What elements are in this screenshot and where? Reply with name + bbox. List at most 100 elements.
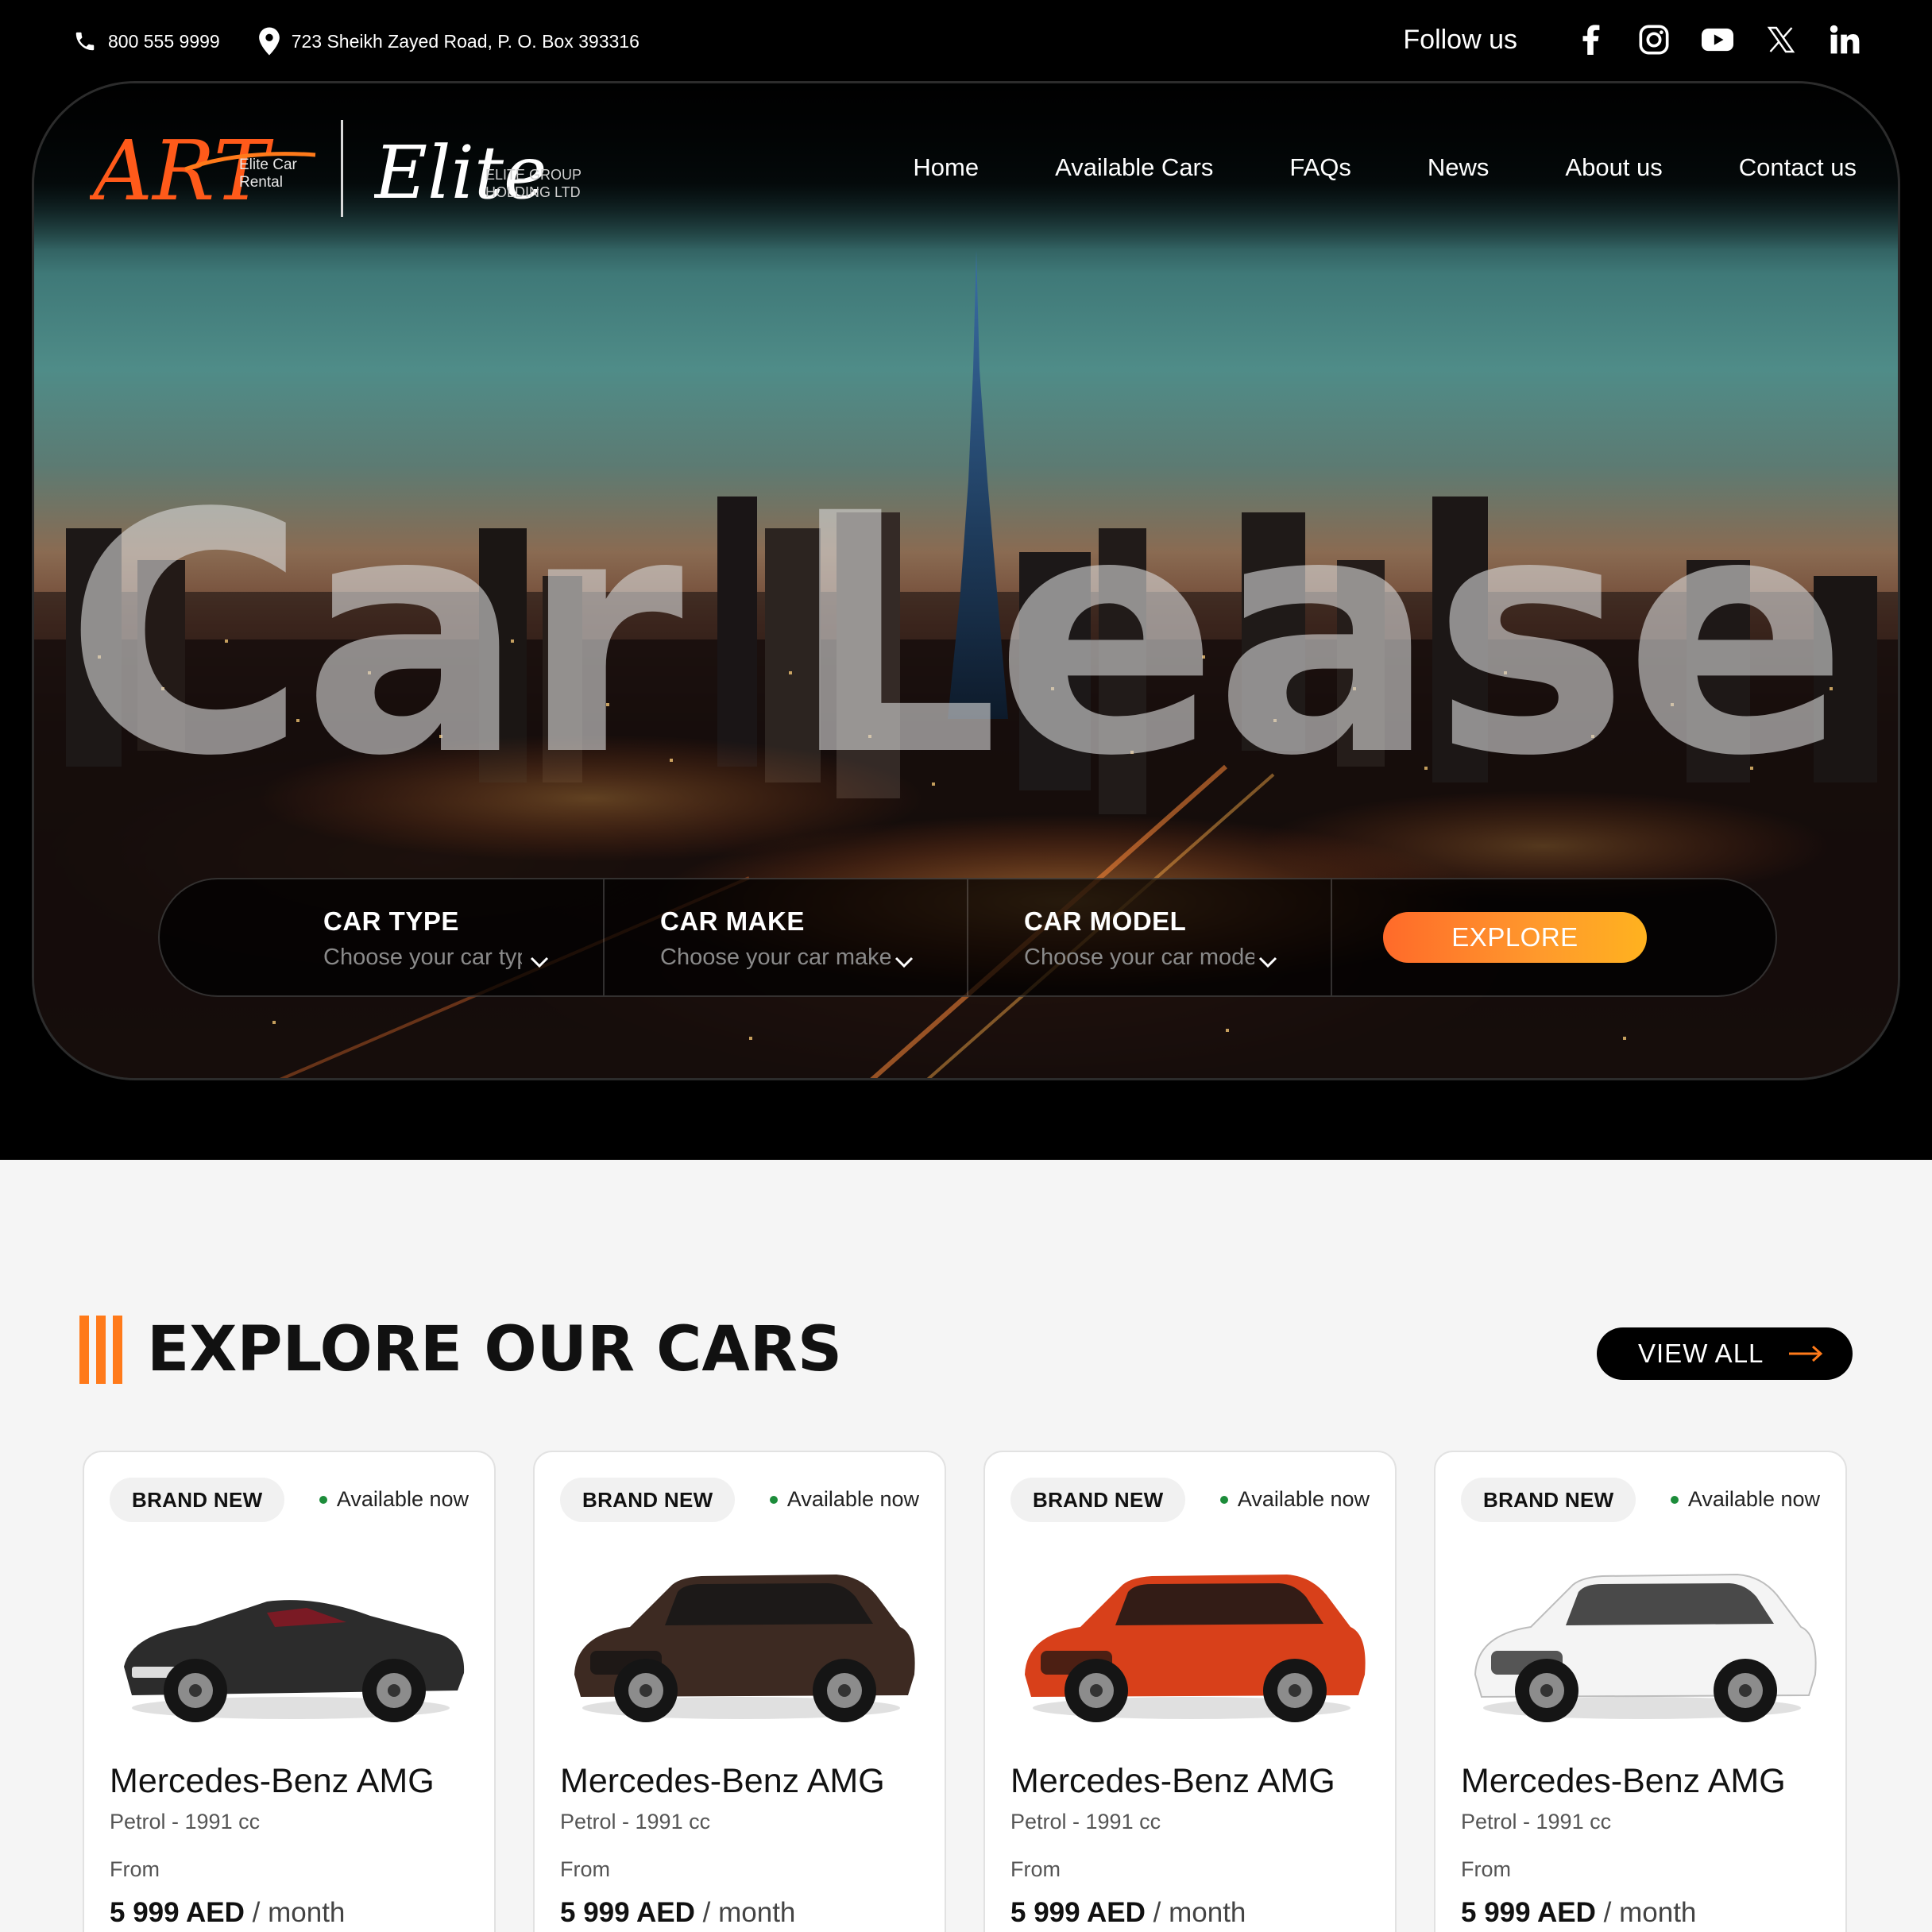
availability-text: Available now xyxy=(1237,1487,1370,1511)
nav-faqs[interactable]: FAQs xyxy=(1289,153,1351,182)
chevron-down-icon xyxy=(895,956,914,968)
availability-status: Available now xyxy=(319,1487,469,1512)
price-period: / month xyxy=(252,1897,346,1928)
car-spec: Petrol - 1991 cc xyxy=(560,1810,711,1833)
price-from-label: From xyxy=(1010,1857,1061,1881)
nav-news[interactable]: News xyxy=(1428,153,1490,182)
car-spec: Petrol - 1991 cc xyxy=(1010,1810,1161,1833)
status-dot-icon xyxy=(1219,1495,1228,1504)
follow-label: Follow us xyxy=(1403,24,1517,55)
price-value: 5 999 AED xyxy=(1010,1897,1146,1928)
car-make-label: CAR MAKE xyxy=(660,906,805,936)
car-card[interactable]: BRAND NEW Available now Mercedes-Benz AM… xyxy=(533,1451,946,1932)
elite-logo-line1: ELITE GROUP xyxy=(485,167,582,183)
chevron-down-icon xyxy=(1258,956,1277,968)
car-model-select[interactable]: CAR MODEL Choose your car model xyxy=(968,879,1332,995)
explore-button[interactable]: EXPLORE xyxy=(1383,912,1647,963)
car-price: 5 999 AED / month xyxy=(560,1897,795,1929)
car-name: Mercedes-Benz AMG xyxy=(110,1762,435,1800)
art-logo-line1: Elite Car xyxy=(239,156,297,173)
hero-banner: ART Elite Car Rental Elite ELITE GROUP H… xyxy=(32,81,1900,1080)
youtube-icon[interactable] xyxy=(1700,22,1735,57)
nav-about-us[interactable]: About us xyxy=(1565,153,1662,182)
art-logo-subtitle: Elite Car Rental xyxy=(239,156,297,191)
logo-divider xyxy=(341,120,343,217)
view-all-button[interactable]: VIEW ALL xyxy=(1597,1327,1853,1380)
availability-status: Available now xyxy=(769,1487,919,1512)
address-item: 723 Sheikh Zayed Road, P. O. Box 393316 xyxy=(258,27,639,56)
availability-text: Available now xyxy=(336,1487,469,1511)
price-value: 5 999 AED xyxy=(1461,1897,1596,1928)
brand-new-badge: BRAND NEW xyxy=(1010,1478,1186,1522)
elite-logo-subtitle: ELITE GROUP HOLDING LTD xyxy=(485,166,582,201)
car-price: 5 999 AED / month xyxy=(110,1897,345,1929)
price-value: 5 999 AED xyxy=(560,1897,695,1928)
car-spec: Petrol - 1991 cc xyxy=(110,1810,261,1833)
availability-text: Available now xyxy=(1687,1487,1820,1511)
price-period: / month xyxy=(702,1897,796,1928)
car-model-placeholder: Choose your car model xyxy=(1024,945,1254,970)
price-value: 5 999 AED xyxy=(110,1897,245,1928)
art-logo-line2: Rental xyxy=(239,174,283,191)
car-type-placeholder: Choose your car type xyxy=(323,945,522,970)
price-from-label: From xyxy=(1461,1857,1511,1881)
price-from-label: From xyxy=(560,1857,610,1881)
car-card[interactable]: BRAND NEW Available now Mercedes-Benz AM… xyxy=(83,1451,496,1932)
car-type-label: CAR TYPE xyxy=(323,906,459,936)
brand-new-badge: BRAND NEW xyxy=(560,1478,736,1522)
top-contact-bar: 800 555 9999 723 Sheikh Zayed Road, P. O… xyxy=(0,0,1932,86)
brand-new-badge: BRAND NEW xyxy=(1461,1478,1636,1522)
car-search-bar: CAR TYPE Choose your car type CAR MAKE C… xyxy=(158,878,1777,997)
car-name: Mercedes-Benz AMG xyxy=(1010,1762,1335,1800)
x-icon[interactable] xyxy=(1764,22,1799,57)
section-header: EXPLORE OUR CARS xyxy=(79,1314,842,1385)
location-pin-icon xyxy=(258,27,280,56)
car-spec: Petrol - 1991 cc xyxy=(1461,1810,1612,1833)
status-dot-icon xyxy=(319,1495,327,1504)
social-follow: Follow us xyxy=(1403,22,1862,57)
car-price: 5 999 AED / month xyxy=(1461,1897,1696,1929)
phone-item[interactable]: 800 555 9999 xyxy=(73,29,220,53)
status-dot-icon xyxy=(1670,1495,1679,1504)
address-text: 723 Sheikh Zayed Road, P. O. Box 393316 xyxy=(291,30,639,52)
phone-number: 800 555 9999 xyxy=(108,30,220,52)
linkedin-icon[interactable] xyxy=(1827,22,1862,57)
car-image xyxy=(1025,1575,1366,1722)
car-make-placeholder: Choose your car make xyxy=(660,945,891,970)
facebook-icon[interactable] xyxy=(1573,22,1608,57)
status-dot-icon xyxy=(769,1495,778,1504)
nav-contact-us[interactable]: Contact us xyxy=(1739,153,1857,182)
nav-home[interactable]: Home xyxy=(913,153,979,182)
hero-title: Car Lease xyxy=(64,444,1849,829)
car-card[interactable]: BRAND NEW Available now Mercedes-Benz AM… xyxy=(1434,1451,1847,1932)
availability-status: Available now xyxy=(1670,1487,1820,1512)
car-model-label: CAR MODEL xyxy=(1024,906,1187,936)
price-period: / month xyxy=(1153,1897,1246,1928)
car-price: 5 999 AED / month xyxy=(1010,1897,1246,1929)
section-title: EXPLORE OUR CARS xyxy=(147,1314,843,1385)
availability-status: Available now xyxy=(1219,1487,1370,1512)
nav-available-cars[interactable]: Available Cars xyxy=(1055,153,1213,182)
elite-logo-line2: HOLDING LTD xyxy=(485,184,581,200)
view-all-label: VIEW ALL xyxy=(1638,1339,1764,1368)
availability-text: Available now xyxy=(786,1487,919,1511)
chevron-down-icon xyxy=(530,956,549,968)
instagram-icon[interactable] xyxy=(1636,22,1671,57)
car-image xyxy=(124,1600,465,1722)
contact-info: 800 555 9999 723 Sheikh Zayed Road, P. O… xyxy=(73,27,678,56)
car-type-select[interactable]: CAR TYPE Choose your car type xyxy=(160,879,605,995)
arrow-right-icon xyxy=(1789,1345,1823,1362)
brand-new-badge: BRAND NEW xyxy=(110,1478,285,1522)
main-navigation: Home Available Cars FAQs News About us C… xyxy=(837,153,1857,182)
car-name: Mercedes-Benz AMG xyxy=(560,1762,885,1800)
car-card[interactable]: BRAND NEW Available now Mercedes-Benz AM… xyxy=(983,1451,1397,1932)
car-make-select[interactable]: CAR MAKE Choose your car make xyxy=(605,879,968,995)
car-image xyxy=(1474,1573,1817,1722)
phone-icon xyxy=(75,32,95,51)
price-from-label: From xyxy=(110,1857,160,1881)
price-period: / month xyxy=(1603,1897,1697,1928)
car-image xyxy=(574,1575,915,1722)
car-name: Mercedes-Benz AMG xyxy=(1461,1762,1786,1800)
accent-bars-icon xyxy=(79,1316,129,1384)
car-card-list: BRAND NEW Available now Mercedes-Benz AM… xyxy=(83,1451,1847,1932)
